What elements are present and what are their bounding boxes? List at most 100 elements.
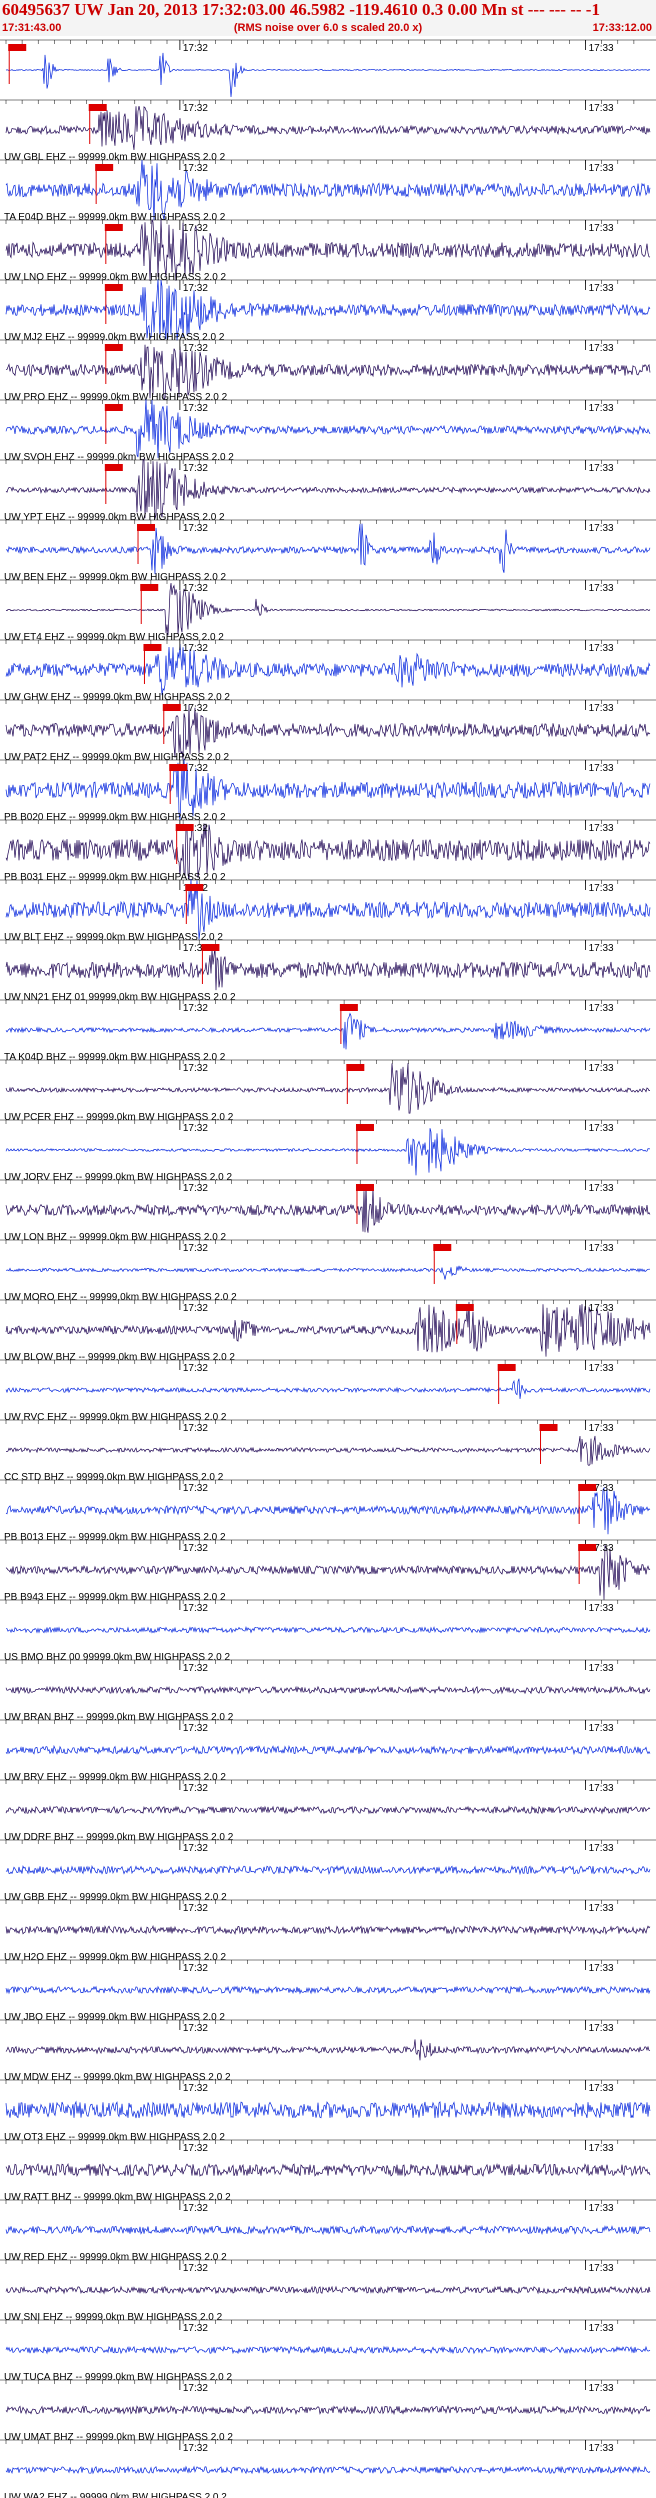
pick-flag [433,1244,452,1251]
station-label: UW MJ2 EHZ -- 99999.0km BW HIGHPASS 2.0 … [4,332,225,343]
time-tick-label: 17:33 [589,643,614,654]
time-tick-label: 17:32 [183,2443,208,2454]
station-label: UW OT3 EHZ -- 99999.0km BW HIGHPASS 2.0 … [4,2132,225,2143]
pick-flag [201,944,220,951]
station-label: UW H2O EHZ -- 99999.0km BW HIGHPASS 2.0 … [4,1952,227,1963]
time-tick-label: 17:33 [589,403,614,414]
pick-flag [95,164,114,171]
waveform-trace [5,1063,651,1114]
time-tick-label: 17:32 [183,583,208,594]
waveform-trace [5,947,651,991]
waveform-trace [5,1184,651,1233]
station-label: PB B013 EHZ -- 99999.0km BW HIGHPASS 2.0… [4,1532,226,1543]
station-label: UW RED EHZ -- 99999.0km BW HIGHPASS 2.0 … [4,2252,227,2263]
time-tick-label: 17:32 [183,1843,208,1854]
time-tick-label: 17:33 [589,1363,614,1374]
waveform-trace [5,523,651,575]
waveform-trace [5,1128,651,1176]
waveform-trace [5,458,651,519]
station-label: UW RVC EHZ -- 99999.0km BW HIGHPASS 2.0 … [4,1412,227,1423]
station-label: UW ET4 EHZ -- 99999.0km BW HIGHPASS 2.0 … [4,632,224,643]
time-tick-label: 17:33 [589,1303,614,1314]
waveform-trace [5,2345,651,2355]
pick-flag [104,344,123,351]
time-tick-label: 17:33 [589,103,614,114]
time-tick-label: 17:33 [589,1723,614,1734]
station-label: CC STD BHZ -- 99999.0km BW HIGHPASS 2.0 … [4,1472,224,1483]
pick-flag [346,1064,365,1071]
station-label: PB B031 EHZ -- 99999.0km BW HIGHPASS 2.0… [4,872,226,883]
waveform-trace [5,2100,651,2119]
seismogram-plot: 17:32 17:33 17:32 17:33 UW GBL EHZ -- 99999.… [0,39,656,2498]
time-tick-label: 17:33 [589,2023,614,2034]
waveform-trace [5,1744,651,1756]
waveform-trace [5,2285,651,2295]
time-tick-label: 17:32 [183,1483,208,1494]
time-tick-label: 17:33 [589,2323,614,2334]
time-tick-label: 17:32 [183,223,208,234]
time-tick-label: 17:33 [589,1123,614,1134]
station-label: UW JBO EHZ -- 99999.0km BW HIGHPASS 2.0 … [4,2012,225,2023]
station-label: UW BLOW BHZ -- 99999.0km BW HIGHPASS 2.0… [4,1352,235,1363]
pick-flag [339,1004,358,1011]
waveform-trace [5,2162,651,2178]
time-tick-label: 17:33 [589,463,614,474]
pick-flag [140,584,159,591]
time-tick-label: 17:32 [183,1063,208,1074]
pick-flag [355,1124,374,1131]
time-tick-label: 17:33 [589,2383,614,2394]
time-tick-label: 17:32 [183,463,208,474]
waveform-trace [5,643,651,696]
pick-flag [169,764,188,771]
time-tick-label: 17:33 [589,2263,614,2274]
time-tick-label: 17:32 [183,1783,208,1794]
station-label: UW LNO EHZ -- 99999.0km BW HIGHPASS 2.0 … [4,272,227,283]
time-tick-label: 17:33 [589,2083,614,2094]
time-tick-label: 17:33 [589,883,614,894]
station-label: UW NN21 EHZ 01 99999.0km BW HIGHPASS 2.0… [4,992,236,1003]
station-label: UW BRV EHZ -- 99999.0km BW HIGHPASS 2.0 … [4,1772,226,1783]
time-tick-label: 17:33 [589,523,614,534]
time-tick-label: 17:33 [589,1663,614,1674]
time-tick-label: 17:32 [183,2323,208,2334]
time-tick-label: 17:33 [589,823,614,834]
waveform-trace [5,878,651,940]
time-tick-label: 17:32 [183,1903,208,1914]
time-tick-label: 17:33 [589,1783,614,1794]
station-label: PB B943 EHZ -- 99999.0km BW HIGHPASS 2.0… [4,1592,226,1603]
time-tick-label: 17:33 [589,703,614,714]
station-label: UW SVOH EHZ -- 99999.0km BW HIGHPASS 2.0… [4,452,234,463]
waveform-trace [5,1435,651,1466]
time-tick-label: 17:32 [183,1543,208,1554]
time-tick-label: 17:32 [183,1363,208,1374]
event-title: 60495637 UW Jan 20, 2013 17:32:03.00 46.… [2,0,600,19]
time-tick-label: 17:33 [589,1603,614,1614]
time-tick-label: 17:33 [589,1243,614,1254]
pick-flag [185,884,204,891]
time-tick-label: 17:32 [183,2083,208,2094]
pick-flag [578,1484,597,1491]
pick-flag [137,524,156,531]
pick-flag [104,404,123,411]
time-tick-label: 17:32 [183,1603,208,1614]
waveform-trace [5,52,651,98]
time-tick-label: 17:32 [183,1003,208,1014]
waveform-trace [5,106,651,150]
time-tick-label: 17:32 [183,403,208,414]
waveform-trace [5,2225,651,2236]
pick-flag [497,1364,516,1371]
time-tick-label: 17:32 [183,643,208,654]
pick-flag [104,284,123,291]
time-tick-label: 17:32 [183,1423,208,1434]
station-label: UW BEN EHZ -- 99999.0km BW HIGHPASS 2.0 … [4,572,227,583]
waveform-trace [5,2405,651,2416]
pick-flag [175,824,194,831]
waveform-trace [6,1626,651,1634]
time-tick-label: 17:33 [589,2203,614,2214]
time-tick-label: 17:33 [589,223,614,234]
time-tick-label: 17:32 [183,283,208,294]
time-tick-label: 17:33 [589,2443,614,2454]
time-tick-label: 17:32 [183,2263,208,2274]
time-tick-label: 17:32 [183,1303,208,1314]
station-label: UW WA2 EHZ -- 99999.0km BW HIGHPASS 2.0 … [4,2492,227,2498]
